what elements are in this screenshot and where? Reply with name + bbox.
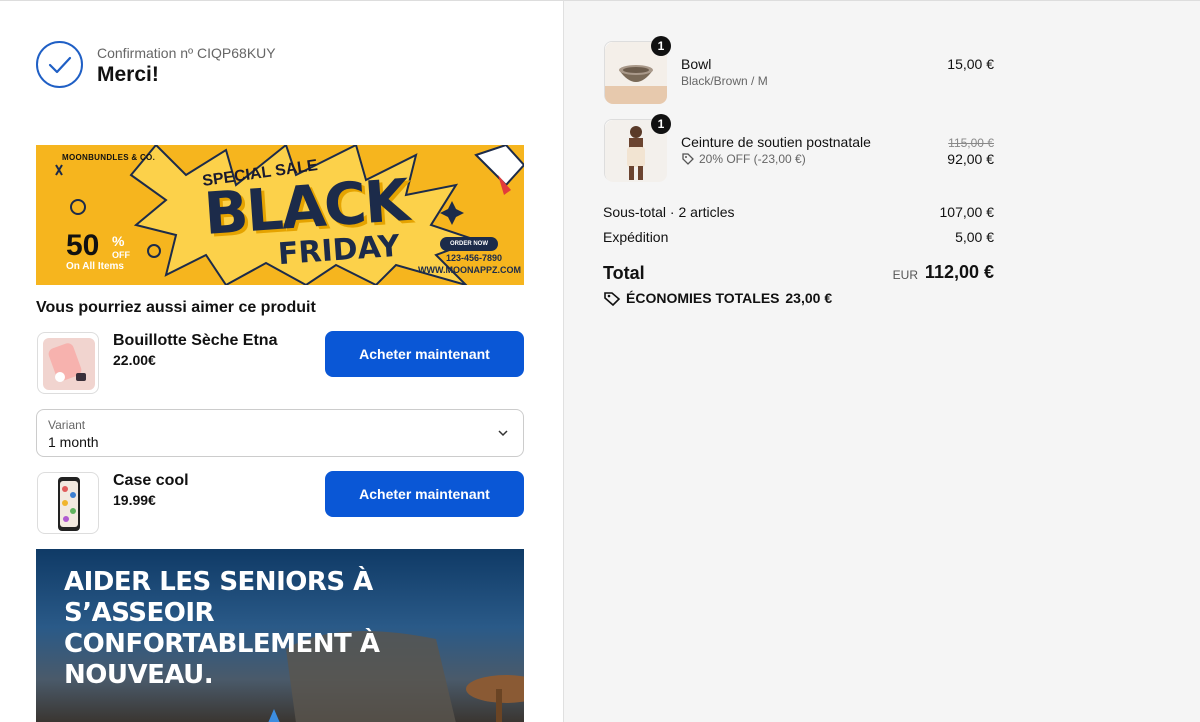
buy-now-button-bouillotte[interactable]: Acheter maintenant <box>325 331 524 377</box>
order-item-price: 15,00 € <box>947 56 994 72</box>
order-item-old-price: 115,00 € <box>948 136 994 150</box>
shipping-value: 5,00 € <box>955 229 994 245</box>
upsell-product-price: 19.99€ <box>113 492 156 508</box>
banner-pct-sign: % <box>112 233 125 249</box>
variant-label: Variant <box>48 418 86 432</box>
bowl-thumbnail: 1 <box>604 36 671 104</box>
bouillotte-thumbnail[interactable] <box>37 332 99 394</box>
seniors-banner[interactable]: AIDER LES SENIORS À S’ASSEOIR CONFORTABL… <box>36 549 524 722</box>
chevron-down-icon <box>498 430 508 437</box>
upsell-product-price: 22.00€ <box>113 352 156 368</box>
order-item-name: Ceinture de soutien postnatale <box>681 134 871 150</box>
banner-brand: MOONBUNDLES & CO. <box>62 153 156 162</box>
main-column: Confirmation nº CIQP68KUY Merci! MOONBUN… <box>0 0 563 722</box>
savings-label: ÉCONOMIES TOTALES <box>626 290 780 306</box>
confirmation-check-icon <box>36 41 83 88</box>
total-currency: EUR <box>892 268 918 282</box>
seniors-line-2: CONFORTABLEMENT À NOUVEAU. <box>64 629 380 690</box>
variant-value: 1 month <box>48 434 99 450</box>
case-thumbnail[interactable] <box>37 472 99 534</box>
banner-phone: 123-456-7890 <box>446 253 503 263</box>
black-friday-banner[interactable]: MOONBUNDLES & CO. SPECIAL SALE BLACK FRI… <box>36 145 524 285</box>
confirmation-number: Confirmation nº CIQP68KUY <box>97 45 276 61</box>
shipping-label: Expédition <box>603 229 669 245</box>
subtotal-label: Sous-total · 2 articles <box>603 204 735 220</box>
banner-website: WWW.MOONAPPZ.COM <box>418 265 521 275</box>
banner-all-items: On All Items <box>66 261 124 272</box>
upsell-product-name: Case cool <box>113 472 189 489</box>
total-savings: ÉCONOMIES TOTALES 23,00 € <box>626 290 832 306</box>
seniors-banner-text: AIDER LES SENIORS À S’ASSEOIR CONFORTABL… <box>64 567 524 691</box>
order-item-discount: 20% OFF (-23,00 €) <box>699 152 806 166</box>
upsell-product-name: Bouillotte Sèche Etna <box>113 332 278 349</box>
belt-thumbnail: 1 <box>604 114 671 182</box>
total-label: Total <box>603 263 645 283</box>
order-item-variant: Black/Brown / M <box>681 74 768 88</box>
order-summary <box>563 0 1200 722</box>
banner-off: OFF <box>112 250 130 260</box>
savings-tag-icon <box>604 292 621 306</box>
quantity-badge: 1 <box>651 114 671 134</box>
upsell-title: Vous pourriez aussi aimer ce produit <box>36 299 316 316</box>
order-item-price: 92,00 € <box>947 151 994 167</box>
bouillotte-image <box>43 338 95 390</box>
banner-discount: 50 <box>66 229 100 262</box>
order-item-name: Bowl <box>681 56 712 72</box>
seniors-line-1: AIDER LES SENIORS À S’ASSEOIR <box>64 567 373 628</box>
quantity-badge: 1 <box>651 36 671 56</box>
page-title: Merci! <box>97 63 159 86</box>
subtotal-value: 107,00 € <box>939 204 995 220</box>
case-image <box>58 477 80 531</box>
total-value: 112,00 € <box>924 262 994 282</box>
banner-order-now: ORDER NOW <box>440 237 498 251</box>
banner-percent: % OFF <box>112 233 130 261</box>
discount-tag-icon <box>682 153 694 165</box>
savings-value: 23,00 € <box>785 290 833 306</box>
variant-select[interactable]: Variant 1 month <box>36 409 524 457</box>
buy-now-button-case[interactable]: Acheter maintenant <box>325 471 524 517</box>
